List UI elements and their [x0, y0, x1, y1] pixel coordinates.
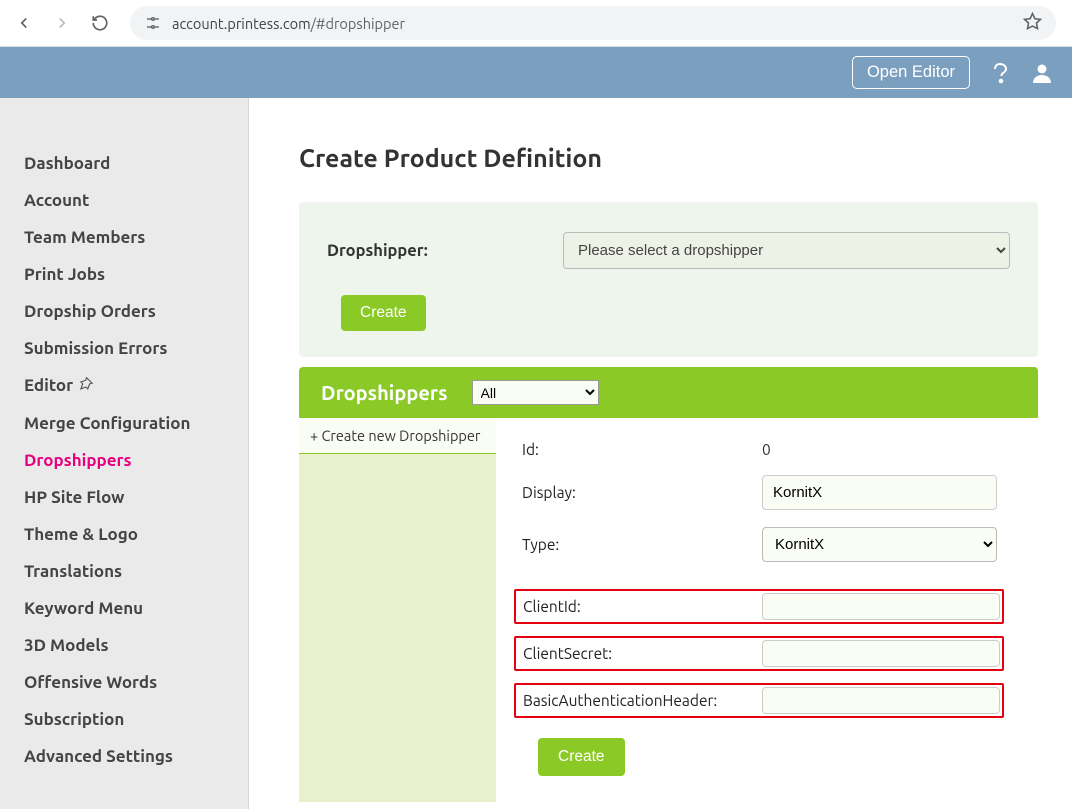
- sidebar-item-theme-logo[interactable]: Theme & Logo: [0, 516, 248, 553]
- dropshipper-label: Dropshipper:: [327, 242, 563, 260]
- clientsecret-label: ClientSecret:: [518, 645, 762, 662]
- url-text: account.printess.com/#dropshipper: [172, 15, 1013, 32]
- forward-button[interactable]: [48, 9, 76, 37]
- app-top-bar: Open Editor: [0, 47, 1072, 98]
- user-icon[interactable]: [1030, 61, 1054, 85]
- sidebar: DashboardAccountTeam MembersPrint JobsDr…: [0, 98, 249, 809]
- dropshippers-list-panel: + Create new Dropshipper: [299, 418, 496, 802]
- sidebar-item-dashboard[interactable]: Dashboard: [0, 145, 248, 182]
- type-select[interactable]: KornitX: [762, 527, 997, 562]
- sidebar-item-dropship-orders[interactable]: Dropship Orders: [0, 293, 248, 330]
- dropshippers-header: Dropshippers All: [299, 367, 1038, 418]
- type-label: Type:: [522, 536, 762, 553]
- sidebar-item-dropshippers[interactable]: Dropshippers: [0, 442, 248, 479]
- url-bar[interactable]: account.printess.com/#dropshipper: [130, 6, 1056, 40]
- sidebar-item-account[interactable]: Account: [0, 182, 248, 219]
- dropshippers-filter-select[interactable]: All: [472, 380, 599, 405]
- sidebar-item-editor[interactable]: Editor: [0, 367, 248, 405]
- bookmark-star-icon[interactable]: [1023, 12, 1042, 35]
- sidebar-item-team-members[interactable]: Team Members: [0, 219, 248, 256]
- sidebar-item-submission-errors[interactable]: Submission Errors: [0, 330, 248, 367]
- sidebar-item-subscription[interactable]: Subscription: [0, 701, 248, 738]
- basicauth-row-highlighted: BasicAuthenticationHeader:: [514, 683, 1004, 718]
- main-content: Create Product Definition Dropshipper: P…: [249, 98, 1072, 809]
- page-title: Create Product Definition: [299, 144, 1038, 172]
- sidebar-item-offensive-words[interactable]: Offensive Words: [0, 664, 248, 701]
- help-icon[interactable]: [988, 61, 1012, 85]
- clientsecret-input[interactable]: [762, 640, 1000, 667]
- back-button[interactable]: [10, 9, 38, 37]
- dropshippers-section: Dropshippers All + Create new Dropshippe…: [299, 367, 1038, 802]
- create-dropshipper-button[interactable]: Create: [538, 738, 625, 776]
- sidebar-item-keyword-menu[interactable]: Keyword Menu: [0, 590, 248, 627]
- clientsecret-row-highlighted: ClientSecret:: [514, 636, 1004, 671]
- sidebar-item-print-jobs[interactable]: Print Jobs: [0, 256, 248, 293]
- clientid-input[interactable]: [762, 593, 1000, 620]
- create-new-dropshipper-link[interactable]: + Create new Dropshipper: [299, 418, 496, 454]
- id-label: Id:: [522, 441, 762, 458]
- sidebar-item-translations[interactable]: Translations: [0, 553, 248, 590]
- dropshipper-form: Id: 0 Display: Type: KornitX: [496, 418, 1038, 802]
- basicauth-input[interactable]: [762, 687, 1000, 714]
- clientid-label: ClientId:: [518, 598, 762, 615]
- sidebar-item-3d-models[interactable]: 3D Models: [0, 627, 248, 664]
- reload-button[interactable]: [86, 9, 114, 37]
- basicauth-label: BasicAuthenticationHeader:: [518, 692, 762, 709]
- sidebar-item-merge-configuration[interactable]: Merge Configuration: [0, 405, 248, 442]
- browser-chrome: account.printess.com/#dropshipper: [0, 0, 1072, 47]
- dropshipper-select[interactable]: Please select a dropshipper: [563, 232, 1010, 269]
- id-value: 0: [762, 441, 771, 458]
- dropshippers-heading: Dropshippers: [321, 381, 448, 404]
- create-product-panel: Dropshipper: Please select a dropshipper…: [299, 202, 1038, 357]
- editor-tools-icon: [79, 377, 94, 396]
- display-input[interactable]: [762, 475, 997, 510]
- site-settings-icon[interactable]: [144, 15, 162, 31]
- display-label: Display:: [522, 484, 762, 501]
- sidebar-item-advanced-settings[interactable]: Advanced Settings: [0, 738, 248, 775]
- create-product-button[interactable]: Create: [341, 295, 426, 331]
- sidebar-item-hp-site-flow[interactable]: HP Site Flow: [0, 479, 248, 516]
- clientid-row-highlighted: ClientId:: [514, 589, 1004, 624]
- open-editor-button[interactable]: Open Editor: [852, 56, 970, 89]
- page-layout: DashboardAccountTeam MembersPrint JobsDr…: [0, 98, 1072, 809]
